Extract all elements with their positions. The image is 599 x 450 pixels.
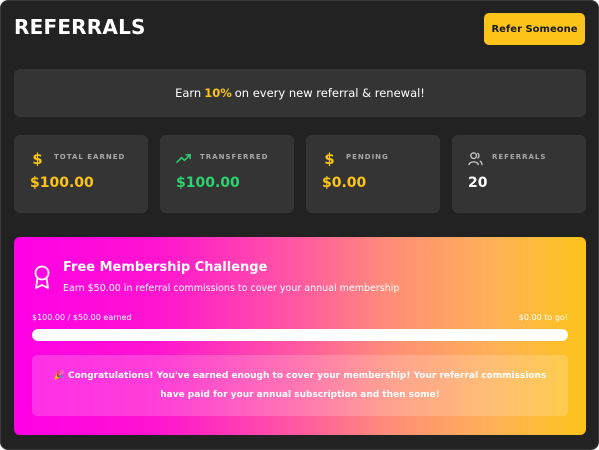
stat-value: $100.00	[176, 175, 240, 191]
trending-up-icon	[176, 154, 191, 163]
challenge-title: Free Membership Challenge	[63, 260, 268, 275]
stat-card-transferred: TRANSFERRED $100.00	[160, 135, 294, 213]
users-icon	[468, 152, 483, 166]
challenge-subtitle: Earn $50.00 in referral commissions to c…	[63, 283, 400, 294]
stat-label: TRANSFERRED	[200, 153, 269, 161]
earn-suffix: on every new referral & renewal!	[234, 86, 425, 100]
earn-rate: 10%	[204, 86, 232, 100]
progress-earned-label: $100.00 / $50.00 earned	[32, 313, 132, 322]
stat-value: 20	[468, 175, 488, 191]
dollar-icon: $	[324, 151, 334, 166]
congratulations-message: 🎉 Congratulations! You've earned enough …	[32, 355, 568, 416]
stat-label: PENDING	[346, 153, 389, 161]
svg-text:$: $	[32, 151, 42, 166]
stat-card-referrals: REFERRALS 20	[452, 135, 586, 213]
progress-bar-fill	[32, 329, 568, 341]
page-title: REFERRALS	[14, 15, 146, 39]
svg-text:$: $	[324, 151, 334, 166]
referrals-panel: REFERRALS Refer Someone Earn 10% on ever…	[0, 0, 599, 450]
award-badge-icon	[34, 265, 50, 289]
earn-prefix: Earn	[175, 86, 202, 100]
dollar-icon: $	[32, 151, 42, 166]
stat-label: REFERRALS	[492, 153, 547, 161]
progress-remaining-label: $0.00 to go!	[518, 313, 568, 322]
refer-someone-button[interactable]: Refer Someone	[484, 13, 585, 45]
earn-rate-banner: Earn 10% on every new referral & renewal…	[14, 69, 586, 117]
stat-card-total-earned: $ TOTAL EARNED $100.00	[14, 135, 148, 213]
stat-card-pending: $ PENDING $0.00	[306, 135, 440, 213]
stat-label: TOTAL EARNED	[54, 153, 126, 161]
membership-challenge-card: Free Membership Challenge Earn $50.00 in…	[14, 237, 586, 435]
stat-value: $0.00	[322, 175, 367, 191]
progress-bar	[32, 329, 568, 341]
stat-value: $100.00	[30, 175, 94, 191]
